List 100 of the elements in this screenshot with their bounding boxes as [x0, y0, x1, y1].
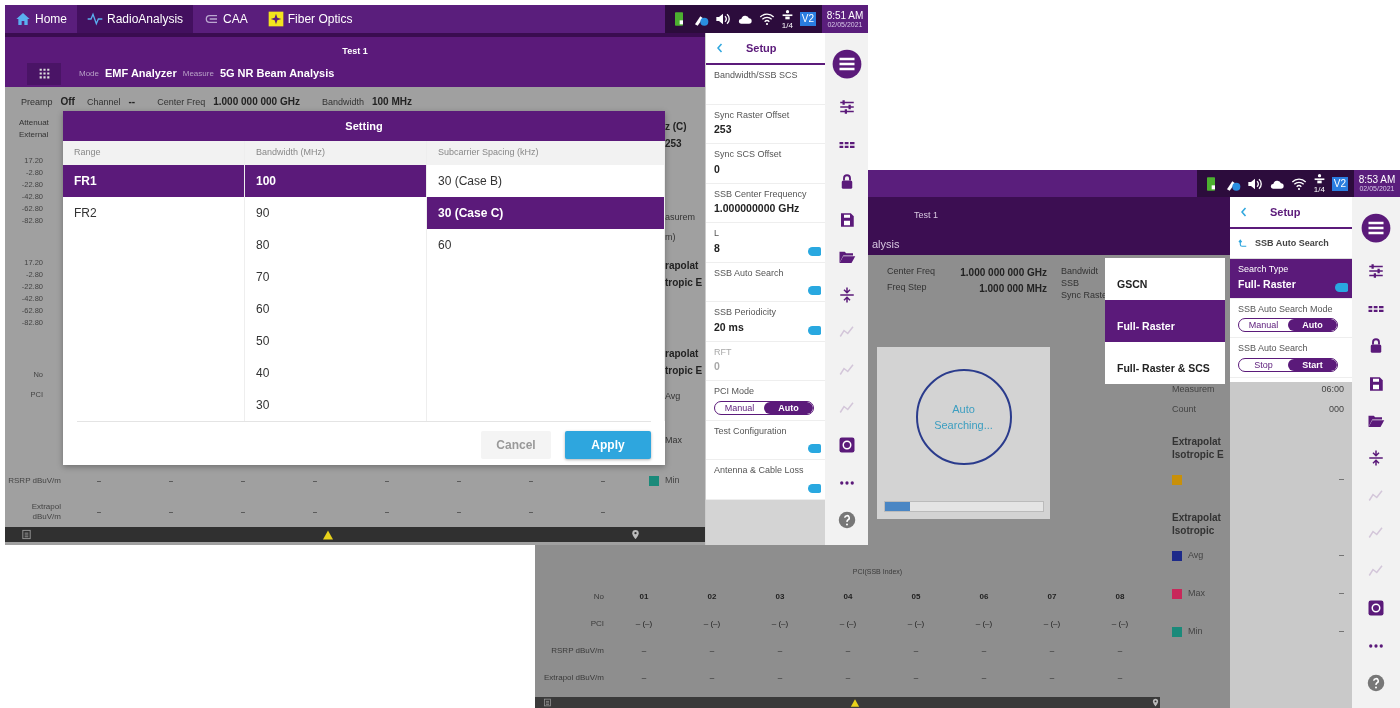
table-cell-text: –: [912, 672, 920, 684]
panel-title: Setup: [746, 40, 777, 56]
menu-icon[interactable]: [1361, 212, 1391, 243]
option-item[interactable]: 40: [245, 357, 426, 389]
edit-tab[interactable]: [808, 483, 821, 493]
toggle-option[interactable]: Start: [1288, 358, 1337, 371]
table-cell-text: –: [640, 645, 648, 657]
param-label: Attenuat: [19, 117, 50, 129]
param-value: 1.000 000 MHz: [979, 282, 1047, 296]
warning-icon[interactable]: [849, 697, 860, 708]
test-title: Test 1: [341, 45, 369, 58]
edit-tab[interactable]: [808, 246, 821, 256]
group-subtitle: Isotropic E: [1172, 448, 1225, 461]
menu-item[interactable]: Full- Raster & SCS: [1105, 342, 1225, 384]
network-icon: [780, 8, 794, 22]
table-cell-text: – (–): [634, 618, 654, 630]
option-item[interactable]: 30 (Case C): [427, 197, 664, 229]
camera-icon[interactable]: [837, 436, 856, 455]
pulse-icon: [87, 11, 103, 27]
star-icon: [267, 11, 284, 27]
table-cell-text: –: [912, 645, 920, 657]
app-tab[interactable]: Fiber Optics: [257, 5, 363, 33]
save-icon[interactable]: [1367, 374, 1385, 393]
network-icon: [1312, 173, 1326, 186]
setting-label: Bandwidth/SSB SCS: [714, 69, 798, 82]
edit-tab[interactable]: [1335, 282, 1348, 292]
option-item[interactable]: 30: [245, 389, 426, 421]
help-icon[interactable]: [1367, 674, 1385, 693]
split-icon[interactable]: [1367, 449, 1385, 468]
table-cell-text: –: [527, 474, 535, 487]
group-subtitle: Isotropic: [1172, 524, 1216, 537]
wifi-icon: [758, 11, 775, 27]
app-tab[interactable]: Home: [5, 5, 77, 33]
table-cell-text: –: [383, 474, 391, 487]
list-icon[interactable]: [21, 529, 32, 540]
edit-tab[interactable]: [808, 286, 821, 295]
pin-icon[interactable]: [1151, 698, 1160, 707]
setting-row[interactable]: PCI Mode Manual Auto: [706, 381, 825, 421]
option-item[interactable]: 100: [245, 165, 426, 197]
camera-icon[interactable]: [1367, 599, 1385, 618]
setting-row[interactable]: Search Type Full- Raster: [1230, 259, 1352, 299]
arrow-icon[interactable]: [1238, 238, 1249, 249]
edit-tab[interactable]: [808, 325, 821, 335]
setting-label: Sync Raster Offset: [714, 108, 790, 122]
option-item[interactable]: 60: [245, 293, 426, 325]
group-title: Extrapolat: [1172, 511, 1222, 524]
legend-value: –: [1339, 549, 1344, 563]
warning-icon[interactable]: [322, 528, 334, 541]
keypad-button[interactable]: [27, 62, 61, 85]
menu-icon[interactable]: [831, 48, 862, 79]
help-icon[interactable]: [837, 511, 856, 530]
param-value: 1.000 000 000 GHz: [960, 266, 1047, 280]
split-icon[interactable]: [837, 285, 856, 304]
list-icon[interactable]: [543, 698, 552, 707]
param-label: Center Freq: [157, 95, 206, 109]
setting-row[interactable]: SSB Auto Search Stop Start: [1230, 338, 1352, 378]
table-cell-text: –: [455, 505, 463, 518]
toggle-option[interactable]: Stop: [1239, 358, 1288, 371]
edit-tab[interactable]: [808, 444, 821, 453]
setting-row[interactable]: SSB Auto Search Mode Manual Auto: [1230, 298, 1352, 338]
table-cell-text: –: [776, 645, 784, 657]
cut-label: rapolat: [665, 347, 700, 361]
option-item[interactable]: FR1: [63, 165, 244, 197]
column-heading: Range: [63, 141, 244, 165]
toggle-option[interactable]: Manual: [1239, 319, 1288, 331]
cut-label: Avg: [665, 390, 682, 403]
option-item[interactable]: 70: [245, 261, 426, 293]
sliders-icon[interactable]: [837, 98, 856, 117]
table-cell-text: –: [980, 672, 988, 684]
legend-label: Avg: [1188, 549, 1204, 563]
toggle-option[interactable]: Auto: [1288, 319, 1337, 331]
clock-time: 8:51 AM: [826, 9, 864, 21]
menu-item[interactable]: GSCN: [1105, 258, 1225, 300]
app-tab[interactable]: RadioAnalysis: [77, 5, 194, 33]
app-tab[interactable]: CAA: [193, 5, 258, 33]
sliders-icon[interactable]: [1367, 262, 1385, 281]
table-cell-text: –: [1116, 672, 1124, 684]
keypad-icon: [37, 67, 51, 80]
option-item[interactable]: FR2: [63, 197, 244, 229]
pin-icon[interactable]: [630, 529, 641, 540]
toggle-option[interactable]: Manual: [715, 401, 764, 414]
row-label: RSRP dBuV/m: [550, 646, 605, 656]
setting-label: Search Type: [1238, 263, 1289, 276]
table-cell-text: –: [844, 645, 852, 657]
option-item[interactable]: 80: [245, 229, 426, 261]
table-cell-text: –: [167, 474, 175, 487]
table-cell-text: – (–): [1110, 618, 1130, 630]
option-item[interactable]: 50: [245, 325, 426, 357]
legend-value: –: [1339, 625, 1344, 639]
option-item[interactable]: 30 (Case B): [427, 165, 664, 197]
toggle-option[interactable]: Auto: [764, 401, 813, 414]
menu-item[interactable]: Full- Raster: [1105, 300, 1225, 342]
cut-label: 253: [665, 137, 683, 151]
option-item[interactable]: 90: [245, 197, 426, 229]
column-heading: Bandwidth (MHz): [245, 141, 426, 165]
table-cell-text: –: [95, 505, 103, 518]
table-cell-text: –: [95, 474, 103, 487]
cut-label: rapolat: [665, 259, 700, 273]
legend-label: Max: [1188, 587, 1205, 601]
option-item[interactable]: 60: [427, 229, 664, 261]
